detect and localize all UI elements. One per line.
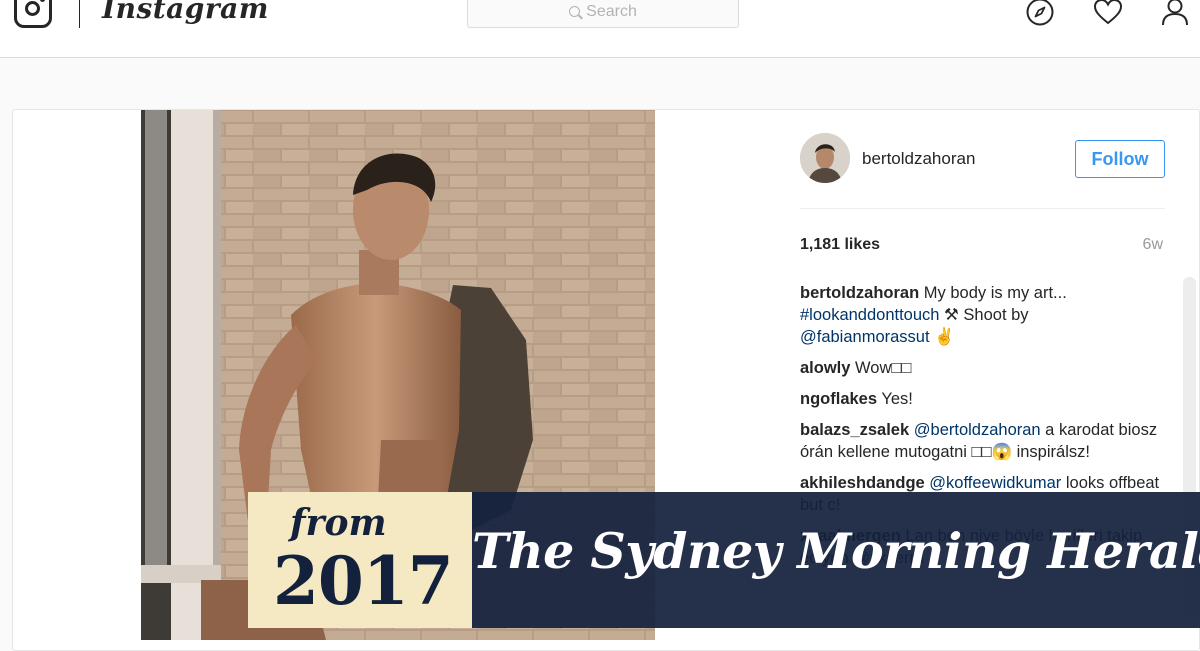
comment-item: ngoflakes Yes!	[800, 388, 1160, 410]
camera-lens-shape	[25, 1, 40, 16]
post-timestamp[interactable]: 6w	[1143, 236, 1163, 254]
post-username[interactable]: bertoldzahoran	[862, 149, 975, 169]
top-bar: Instagram Search	[0, 0, 1200, 58]
masthead-banner: The Sydney Morning Herald	[472, 492, 1200, 628]
masthead-title: The Sydney Morning Herald	[472, 522, 1200, 580]
comment-item: alowly Wow□□	[800, 357, 1160, 379]
comment-item: bertoldzahoran My body is my art... #loo…	[800, 282, 1160, 348]
user-icon[interactable]	[1161, 0, 1189, 26]
comment-username[interactable]: balazs_zsalek	[800, 421, 909, 439]
comment-text: My body is my art...	[923, 284, 1067, 302]
compass-icon[interactable]	[1026, 0, 1054, 26]
comment-link[interactable]: @fabianmorassut	[800, 328, 930, 346]
likes-count[interactable]: 1,181 likes	[800, 236, 880, 254]
logo-divider	[79, 0, 80, 28]
search-input[interactable]: Search	[467, 0, 739, 28]
comment-text: Wow□□	[855, 359, 912, 377]
follow-button[interactable]: Follow	[1075, 140, 1165, 178]
header-divider	[800, 208, 1165, 209]
comment-text: Yes!	[881, 390, 913, 408]
avatar-image	[800, 133, 850, 183]
comment-link[interactable]: @bertoldzahoran	[914, 421, 1041, 439]
from-label: from	[290, 502, 387, 544]
year-badge: from 2017	[248, 492, 472, 628]
comment-username[interactable]: akhileshdandge	[800, 474, 925, 492]
instagram-wordmark[interactable]: Instagram	[102, 0, 269, 25]
search-icon	[569, 6, 581, 17]
camera-flash-shape	[40, 0, 45, 2]
comment-text: ⚒ Shoot by	[939, 306, 1029, 324]
comment-item: balazs_zsalek @bertoldzahoran a karodat …	[800, 419, 1160, 463]
avatar[interactable]	[800, 133, 850, 183]
comment-text: ✌	[929, 328, 955, 346]
instagram-camera-icon[interactable]	[14, 0, 52, 28]
comment-link[interactable]: #lookanddonttouch	[800, 306, 939, 324]
heart-icon[interactable]	[1093, 0, 1123, 26]
search-placeholder: Search	[586, 3, 637, 20]
comment-link[interactable]: @koffeewidkumar	[929, 474, 1061, 492]
comment-username[interactable]: bertoldzahoran	[800, 284, 919, 302]
comment-username[interactable]: ngoflakes	[800, 390, 877, 408]
year-label: 2017	[273, 542, 454, 620]
comment-username[interactable]: alowly	[800, 359, 850, 377]
